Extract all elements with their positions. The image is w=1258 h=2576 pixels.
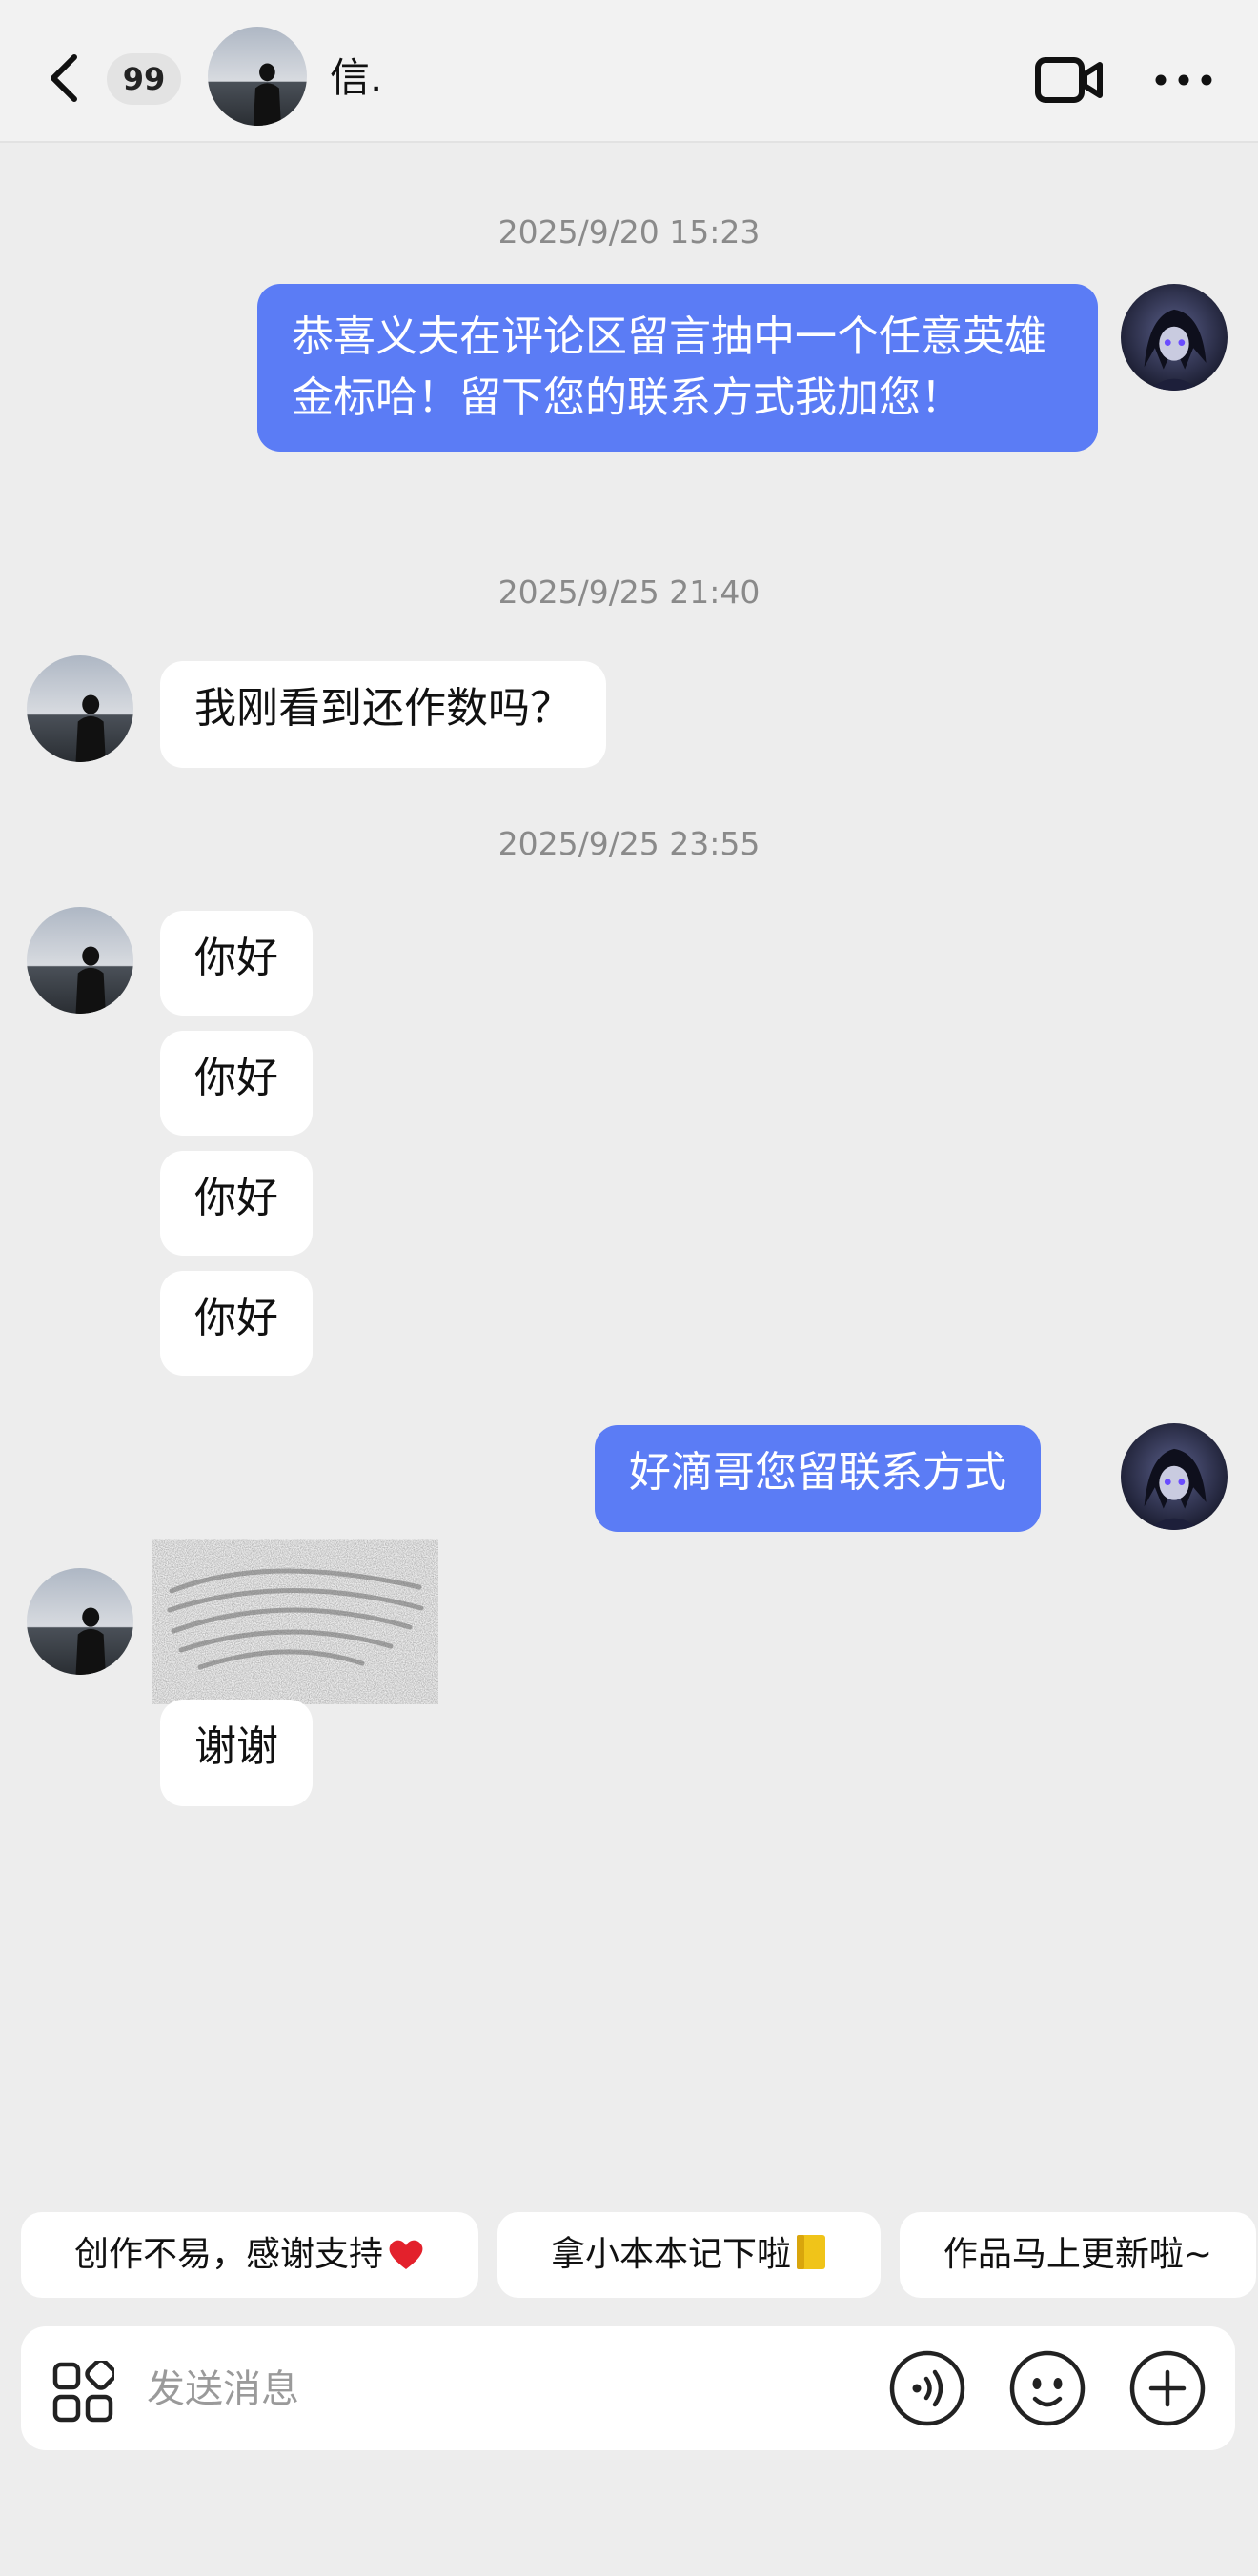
video-call-button[interactable]: [1035, 55, 1104, 105]
contact-avatar-image: [27, 655, 133, 762]
message-bubble-outgoing[interactable]: 恭喜义夫在评论区留言抽中一个任意英雄金标哈！留下您的联系方式我加您！: [257, 284, 1098, 452]
message-input[interactable]: [145, 2355, 873, 2424]
message-bubble-incoming[interactable]: 你好: [160, 911, 313, 1016]
message-bubble-outgoing[interactable]: 好滴哥您留联系方式: [595, 1425, 1041, 1532]
contact-message-avatar[interactable]: [27, 1568, 133, 1675]
back-button[interactable]: [42, 50, 84, 107]
contact-avatar-image: [27, 1568, 133, 1675]
apps-grid-icon: [52, 2358, 117, 2423]
anime-avatar-image: [1121, 284, 1228, 391]
emoji-button[interactable]: [1008, 2349, 1086, 2427]
contact-name: 信.: [330, 54, 383, 101]
quick-reply-label: 拿小本本记下啦: [550, 2235, 791, 2274]
quick-reply-label: 创作不易，感谢支持: [73, 2235, 383, 2274]
contact-avatar[interactable]: [208, 27, 307, 126]
video-camera-icon: [1035, 57, 1103, 103]
plus-button[interactable]: [1128, 2349, 1207, 2427]
redacted-scribble-image: [162, 1553, 429, 1691]
my-avatar[interactable]: [1121, 284, 1228, 391]
contact-message-avatar[interactable]: [27, 655, 133, 762]
more-options-button[interactable]: [1153, 67, 1214, 93]
message-bubble-incoming[interactable]: 你好: [160, 1151, 313, 1256]
message-bubble-incoming[interactable]: 谢谢: [160, 1700, 313, 1806]
unread-badge[interactable]: 99: [107, 53, 181, 105]
quick-reply-label: 作品马上更新啦~: [943, 2235, 1213, 2274]
contact-message-avatar[interactable]: [27, 907, 133, 1014]
quick-reply-note[interactable]: 拿小本本记下啦: [497, 2212, 881, 2298]
my-avatar[interactable]: [1121, 1423, 1228, 1530]
more-dots-icon: [1155, 74, 1212, 86]
red-heart-icon: [387, 2218, 425, 2304]
message-bubble-incoming[interactable]: 你好: [160, 1031, 313, 1136]
message-composer: [21, 2326, 1235, 2450]
timestamp: 2025/9/20 15:23: [497, 213, 761, 251]
quick-reply-update[interactable]: 作品马上更新啦~: [900, 2212, 1256, 2298]
plus-icon: [1129, 2350, 1206, 2426]
apps-button[interactable]: [51, 2358, 117, 2424]
chat-header: 99 信.: [0, 0, 1258, 143]
quick-reply-thanks[interactable]: 创作不易，感谢支持: [21, 2212, 478, 2298]
contact-avatar-image: [208, 27, 307, 126]
voice-button[interactable]: [888, 2349, 966, 2427]
emoji-icon: [1009, 2350, 1086, 2426]
message-bubble-incoming[interactable]: 你好: [160, 1271, 313, 1376]
message-bubble-incoming[interactable]: 我刚看到还作数吗？: [160, 661, 606, 768]
contact-avatar-image: [27, 907, 133, 1014]
anime-avatar-image: [1121, 1423, 1228, 1530]
voice-icon: [889, 2350, 965, 2426]
chevron-left-icon: [51, 54, 77, 102]
timestamp: 2025/9/25 21:40: [497, 574, 761, 611]
notebook-icon: [795, 2218, 827, 2304]
timestamp: 2025/9/25 23:55: [497, 825, 761, 862]
